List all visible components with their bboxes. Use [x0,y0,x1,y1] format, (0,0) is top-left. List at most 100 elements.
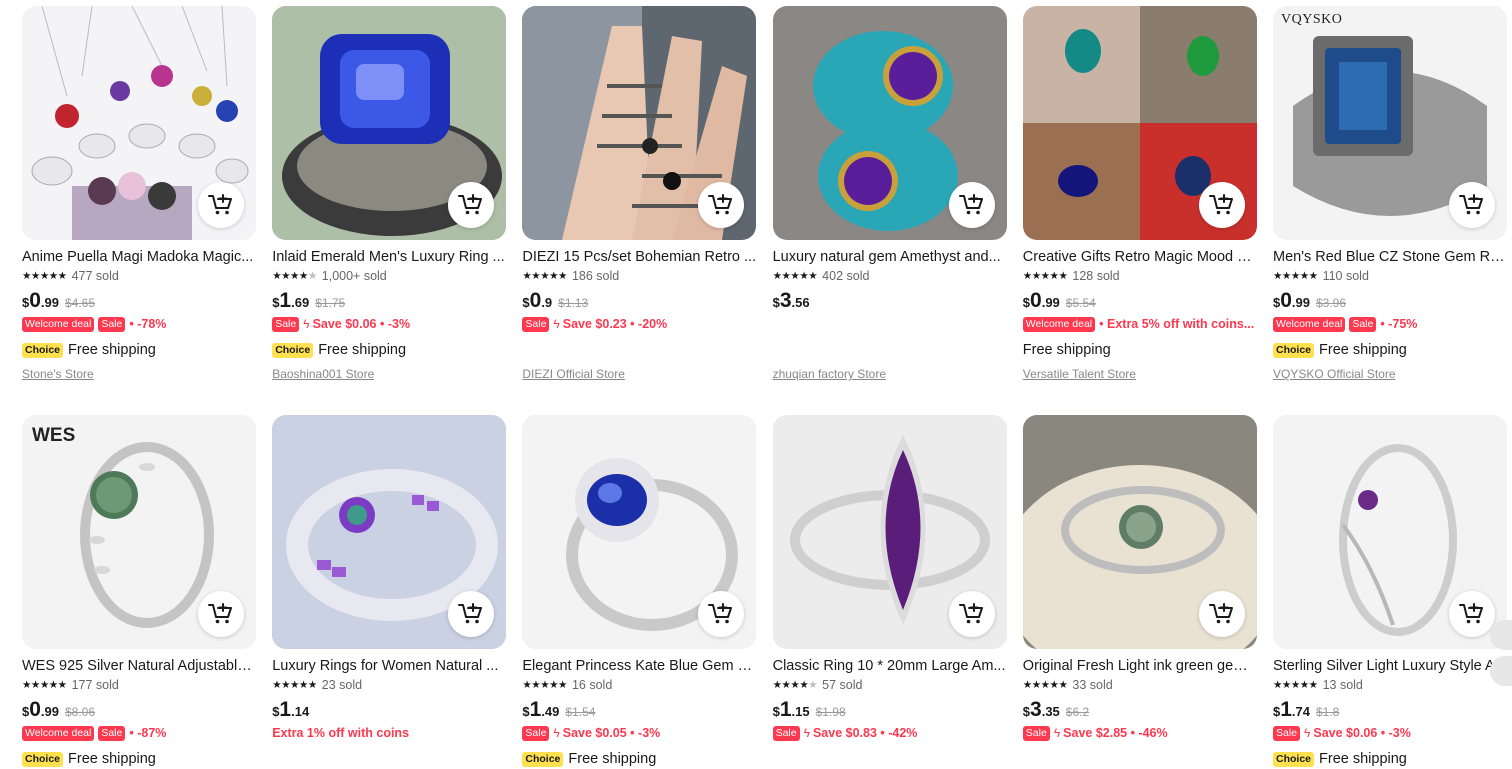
store-link[interactable]: DIEZI Official Store [522,367,756,381]
product-image[interactable]: VQYSKO [1273,6,1507,240]
star-icon: ★★★★★ [1273,679,1318,691]
product-card[interactable]: Original Fresh Light ink green gem... ★★… [1022,415,1257,768]
sold-count: 23 sold [321,678,363,692]
sold-count: 402 sold [822,269,870,283]
add-to-cart-button[interactable] [948,182,995,228]
add-to-cart-icon [958,603,983,624]
product-card[interactable]: WES WES 925 Silver Natural Adjustable...… [22,415,256,768]
product-image[interactable] [772,6,1007,240]
product-image[interactable] [22,6,256,240]
promo-text: Save $0.06 • -3% [312,317,411,331]
sale-badge: Sale [1273,725,1301,741]
price-row: $3.56 [773,289,1007,313]
star-icon: ★★★★★ [22,679,67,691]
product-title[interactable]: DIEZI 15 Pcs/set Bohemian Retro ... [522,248,756,266]
product-card[interactable]: VQYSKO Men's Red Blue CZ Stone Gem Rin..… [1273,6,1507,381]
add-to-cart-icon [458,603,483,624]
product-title[interactable]: Luxury Rings for Women Natural ... [272,657,506,675]
store-link[interactable]: VQYSKO Official Store [1273,367,1507,381]
add-to-cart-icon [1459,194,1483,215]
product-title[interactable]: Creative Gifts Retro Magic Mood R... [1023,248,1257,266]
product-image[interactable] [522,415,757,649]
product-card[interactable]: Luxury natural gem Amethyst and... ★★★★★… [772,6,1007,381]
sale-badge: Sale [1022,725,1050,741]
price-row: $0.99 $4.65 [22,289,256,313]
price-row: $0.99 $8.06 [22,698,256,722]
add-to-cart-button[interactable] [948,591,995,637]
product-card[interactable]: Elegant Princess Kate Blue Gem Cr... ★★★… [522,415,757,768]
rating-row: ★★★★★ 23 sold [272,678,506,692]
add-to-cart-button[interactable] [1198,591,1245,637]
price: $1.49 [522,698,560,721]
promo-row [773,315,1007,333]
rating-row: ★★★★★ 402 sold [773,269,1007,283]
star-icon: ★★★★★ [772,679,818,691]
star-icon: ★★★★★ [772,270,818,282]
product-image[interactable] [272,6,507,240]
price-row: $1.74 $1.8 [1273,698,1507,722]
add-to-cart-button[interactable] [198,591,244,637]
add-to-cart-button[interactable] [448,182,495,228]
rating-row: ★★★★★ 128 sold [1023,269,1257,283]
shipping-row: Choice Free shipping [522,750,756,768]
product-card[interactable]: Inlaid Emerald Men's Luxury Ring ... ★★★… [272,6,507,381]
product-title[interactable]: Original Fresh Light ink green gem... [1023,657,1257,675]
sale-badge: Sale [522,725,550,741]
product-title[interactable]: Classic Ring 10 * 20mm Large Am... [773,657,1007,675]
price: $0.9 [522,289,553,312]
product-title[interactable]: Sterling Silver Light Luxury Style A... [1273,657,1507,675]
shipping-row: Choice Free shipping [1273,341,1507,359]
shipping-text: Free shipping [1022,342,1111,358]
product-card[interactable]: Sterling Silver Light Luxury Style A... … [1273,415,1507,768]
product-title[interactable]: Luxury natural gem Amethyst and... [773,248,1007,266]
add-to-cart-button[interactable] [1198,182,1245,228]
sold-count: 1,000+ sold [321,269,387,283]
sold-count: 110 sold [1322,269,1369,283]
price: $1.69 [272,289,310,312]
scroll-right-button-2[interactable] [1490,656,1512,686]
price: $1.14 [272,698,310,721]
product-title[interactable]: Elegant Princess Kate Blue Gem Cr... [522,657,756,675]
price: $3.56 [772,289,810,312]
product-image[interactable] [772,415,1007,649]
product-image[interactable] [272,415,507,649]
product-image[interactable]: WES [22,415,256,649]
shipping-row [773,750,1007,768]
price: $0.99 [1273,289,1310,312]
sold-count: 16 sold [571,678,613,692]
product-card[interactable]: Creative Gifts Retro Magic Mood R... ★★★… [1022,6,1257,381]
shipping-text: Free shipping [68,342,156,358]
add-to-cart-button[interactable] [1449,182,1495,228]
promo-row: Sale ϟ Save $0.83 • -42% [772,724,1007,742]
original-price: $3.96 [1316,296,1347,310]
product-image[interactable] [1022,415,1257,649]
brand-logo: VQYSKO [1281,12,1343,27]
store-link[interactable]: Versatile Talent Store [1023,367,1257,381]
promo-row: Sale ϟ Save $0.06 • -3% [1273,724,1507,742]
product-title[interactable]: WES 925 Silver Natural Adjustable... [22,657,256,675]
add-to-cart-icon [208,603,232,624]
promo-text: Save $0.23 • -20% [562,317,668,331]
product-image[interactable] [1273,415,1507,649]
add-to-cart-button[interactable] [448,591,495,637]
product-card[interactable]: DIEZI 15 Pcs/set Bohemian Retro ... ★★★★… [522,6,757,381]
add-to-cart-button[interactable] [1449,591,1495,637]
product-card[interactable]: Luxury Rings for Women Natural ... ★★★★★… [272,415,507,768]
add-to-cart-button[interactable] [198,182,244,228]
price-row: $1.69 $1.75 [272,289,506,313]
product-card[interactable]: Anime Puella Magi Madoka Magic... ★★★★★ … [22,6,256,381]
product-title[interactable]: Men's Red Blue CZ Stone Gem Rin... [1273,248,1507,266]
product-title[interactable]: Inlaid Emerald Men's Luxury Ring ... [272,248,506,266]
add-to-cart-icon [958,194,983,215]
product-title[interactable]: Anime Puella Magi Madoka Magic... [22,248,256,266]
product-image[interactable] [1022,6,1257,240]
product-image[interactable] [522,6,757,240]
store-link[interactable]: Stone's Store [22,367,256,381]
shipping-row: Choice Free shipping [1273,750,1507,768]
product-card[interactable]: Classic Ring 10 * 20mm Large Am... ★★★★★… [772,415,1007,768]
store-link[interactable]: Baoshina001 Store [272,367,506,381]
welcome-deal-badge: Welcome deal [22,316,95,332]
store-link[interactable]: zhuqian factory Store [773,367,1007,381]
scroll-right-button[interactable] [1490,620,1512,650]
choice-badge: Choice [522,751,564,767]
